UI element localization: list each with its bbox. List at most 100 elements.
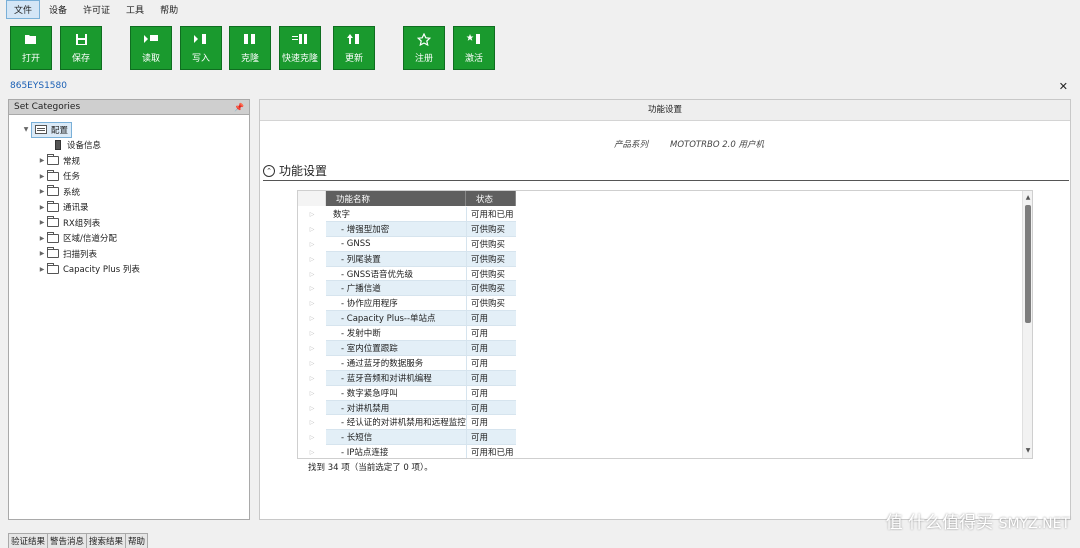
tree-item-label: 常规 (63, 156, 81, 167)
expand-down-icon[interactable]: ▼ (21, 126, 31, 133)
feature-name-cell: - 长短信 (326, 430, 466, 446)
section-header[interactable]: ⌃ 功能设置 (263, 161, 1069, 181)
update-button[interactable]: 更新 (333, 26, 375, 70)
expand-right-icon[interactable]: ▶ (37, 219, 47, 226)
radio-device-icon (55, 140, 61, 151)
table-row[interactable]: ▷ - GNSS 可供购买 (298, 236, 516, 252)
menu-file[interactable]: 文件 (6, 0, 41, 19)
row-marker-icon: ▷ (309, 374, 315, 382)
device-id-link[interactable]: 865EYS1580 (10, 81, 67, 91)
menu-tools[interactable]: 工具 (119, 1, 151, 18)
expand-right-icon[interactable]: ▶ (37, 250, 47, 257)
quick-clone-button[interactable]: 快速克隆 (279, 26, 321, 70)
tree-item-label: Capacity Plus 列表 (63, 265, 140, 276)
quick-clone-button-label: 快速克隆 (281, 54, 318, 64)
activate-button-label: 激活 (464, 54, 483, 64)
read-button[interactable]: 读取 (130, 26, 172, 70)
table-row[interactable]: ▷ - 长短信 可用 (298, 430, 516, 446)
tree-item-label: 设备信息 (67, 141, 102, 152)
menu-device[interactable]: 设备 (42, 1, 74, 18)
tree-item-label: 区域/信道分配 (63, 234, 117, 245)
table-row[interactable]: ▷ - 蓝牙音频和对讲机编程 可用 (298, 370, 516, 386)
feature-name-cell: 数字 (326, 207, 466, 222)
table-row[interactable]: ▷ - 数字紧急呼叫 可用 (298, 385, 516, 401)
tree-item-capacity-plus[interactable]: ▶ Capacity Plus 列表 (9, 262, 249, 278)
expand-right-icon[interactable]: ▶ (37, 204, 47, 211)
expand-right-icon[interactable]: ▶ (37, 173, 47, 180)
bottom-tabs: 验证结果 警告消息 搜索结果 帮助 (8, 533, 149, 548)
categories-header: Set Categories 📌 (9, 100, 249, 115)
table-row[interactable]: ▷ - 增强型加密 可供购买 (298, 221, 516, 237)
table-row[interactable]: ▷ - 列尾装置 可供购买 (298, 251, 516, 267)
activate-button[interactable]: 激活 (453, 26, 495, 70)
tree-item-zones[interactable]: ▶ 区域/信道分配 (9, 231, 249, 247)
vertical-scrollbar[interactable]: ▲ ▼ (1022, 191, 1032, 458)
folder-icon (47, 231, 59, 243)
close-icon[interactable]: ✕ (1059, 80, 1068, 93)
register-button[interactable]: 注册 (403, 26, 445, 70)
activate-icon (466, 32, 482, 46)
tree-item-label: 扫描列表 (63, 249, 98, 260)
table-row[interactable]: ▷ - 发射中断 可用 (298, 326, 516, 342)
tab-search-results[interactable]: 搜索结果 (86, 533, 127, 548)
open-button[interactable]: 打开 (10, 26, 52, 70)
save-button[interactable]: 保存 (60, 26, 102, 70)
watermark: 值 什么值得买 SMYZ.NET (886, 508, 1070, 533)
pin-icon[interactable]: 📌 (234, 103, 244, 112)
tree-item-rx-group[interactable]: ▶ RX组列表 (9, 215, 249, 231)
menu-license[interactable]: 许可证 (76, 1, 117, 18)
table-row[interactable]: ▷ - 室内位置跟踪 可用 (298, 341, 516, 356)
update-icon (346, 32, 362, 46)
table-row[interactable]: ▷ - Capacity Plus--单站点 可用 (298, 311, 516, 327)
table-row[interactable]: ▷ - 对讲机禁用 可用 (298, 400, 516, 416)
table-row[interactable]: ▷ 数字 可用和已用 (298, 207, 516, 222)
table-row[interactable]: ▷ - 经认证的对讲机禁用和远程监控 可用 (298, 415, 516, 431)
tree-item-general[interactable]: ▶ 常规 (9, 153, 249, 169)
row-marker-icon: ▷ (309, 389, 315, 397)
scroll-thumb[interactable] (1025, 205, 1031, 323)
tree-item-label: 任务 (63, 172, 81, 183)
tree-item-contacts[interactable]: ▶ 通讯录 (9, 200, 249, 216)
write-button-label: 写入 (191, 54, 210, 64)
tree-item-tasks[interactable]: ▶ 任务 (9, 169, 249, 185)
tab-warnings[interactable]: 警告消息 (47, 533, 88, 548)
tab-help[interactable]: 帮助 (125, 533, 149, 548)
feature-status-cell: 可用和已用 (466, 207, 516, 222)
expand-right-icon[interactable]: ▶ (37, 235, 47, 242)
feature-status-cell: 可用和已用 (466, 445, 516, 458)
table-row[interactable]: ▷ - 通过蓝牙的数据服务 可用 (298, 355, 516, 371)
clone-icon (242, 32, 258, 46)
expand-right-icon[interactable]: ▶ (37, 188, 47, 195)
column-header-feature[interactable]: 功能名称 (326, 191, 466, 206)
feature-status-cell: 可用 (466, 370, 516, 386)
scroll-down-icon[interactable]: ▼ (1023, 446, 1032, 456)
feature-settings-panel: 功能设置 产品系列 MOTOTRBO 2.0 用户机 ⌃ 功能设置 功能名称 状… (259, 99, 1071, 520)
feature-name-cell: - 对讲机禁用 (326, 400, 466, 416)
row-marker-icon: ▷ (309, 211, 315, 218)
section-title: 功能设置 (279, 164, 328, 178)
tree-item-device-info[interactable]: 设备信息 (9, 138, 249, 154)
collapse-icon[interactable]: ⌃ (263, 164, 275, 177)
tab-validation-results[interactable]: 验证结果 (8, 533, 49, 548)
feature-name-cell: - 通过蓝牙的数据服务 (326, 356, 466, 371)
column-header-status[interactable]: 状态 (466, 191, 516, 206)
tree-item-label: 通讯录 (63, 203, 89, 214)
tree-item-label: 系统 (63, 187, 81, 198)
table-row[interactable]: ▷ - 广播信道 可供购买 (298, 281, 516, 297)
tree-item-scan-list[interactable]: ▶ 扫描列表 (9, 246, 249, 262)
scroll-up-icon[interactable]: ▲ (1023, 193, 1032, 203)
feature-name-cell: - 协作应用程序 (326, 296, 466, 312)
table-row[interactable]: ▷ - GNSS语音优先级 可供购买 (298, 266, 516, 282)
menu-help[interactable]: 帮助 (153, 1, 185, 18)
expand-right-icon[interactable]: ▶ (37, 266, 47, 273)
folder-icon (47, 262, 59, 274)
toolbar: 打开 保存 读取 写入 克隆 快速克隆 更新 注册 激活 (0, 26, 1080, 70)
expand-right-icon[interactable]: ▶ (37, 157, 47, 164)
tree-item-system[interactable]: ▶ 系统 (9, 184, 249, 200)
tree-root[interactable]: ▼ 配置 (9, 121, 249, 138)
clone-button[interactable]: 克隆 (229, 26, 271, 70)
table-row[interactable]: ▷ - IP站点连接 可用和已用 (298, 445, 516, 458)
row-marker-icon: ▷ (309, 300, 315, 308)
write-button[interactable]: 写入 (180, 26, 222, 70)
table-row[interactable]: ▷ - 协作应用程序 可供购买 (298, 296, 516, 312)
